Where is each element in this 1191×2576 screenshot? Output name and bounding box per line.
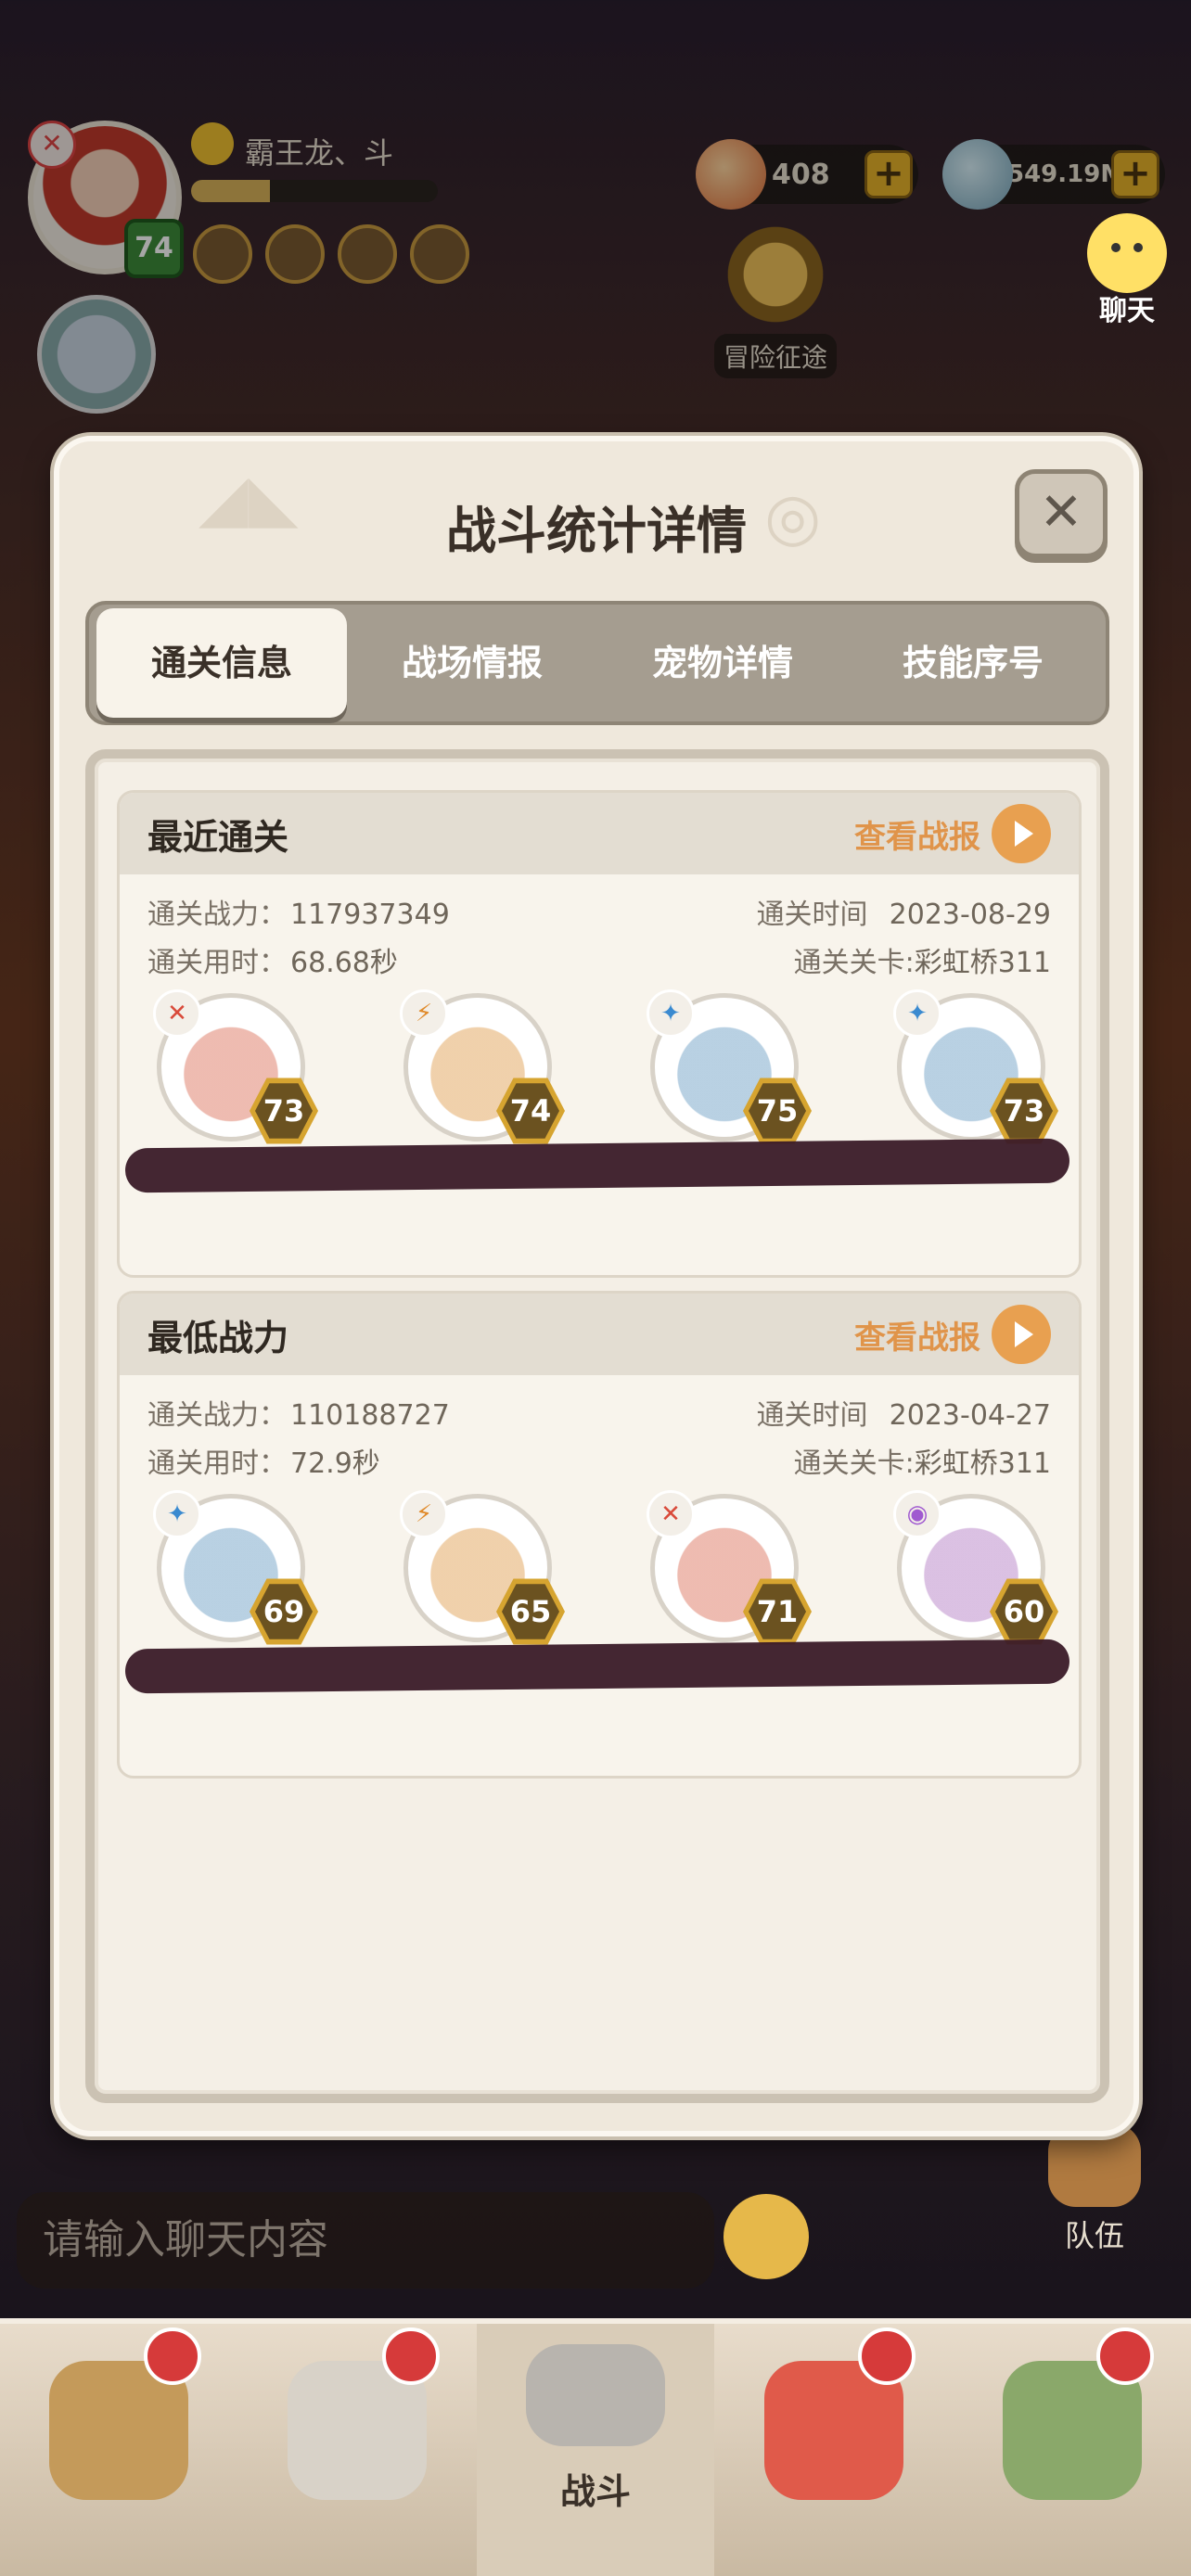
- tab-pet-details[interactable]: 宠物详情: [597, 608, 848, 718]
- stat-label: 通关用时：: [147, 1447, 287, 1480]
- stat-label: 通关战力：: [147, 899, 287, 931]
- element-water-icon: ✦: [893, 989, 941, 1038]
- view-report-label: 查看战报: [854, 818, 980, 856]
- clear-date: 通关时间 2023-04-27: [757, 1392, 1051, 1433]
- bottom-nav: 战斗: [0, 2318, 1191, 2576]
- pet-portrait[interactable]: ◉ 60: [893, 1490, 1058, 1646]
- recent-clear-card: 最近通关 查看战报 通关战力： 117937349 通关用时： 68.68秒 通关时…: [117, 790, 1082, 1278]
- clear-time-used: 通关用时： 68.68秒: [147, 939, 398, 980]
- redacted-names: [124, 1138, 1070, 1193]
- notification-bell-icon: [858, 2327, 916, 2385]
- tab-clear-info[interactable]: 通关信息: [96, 608, 347, 718]
- stat-value: 2023-08-29: [889, 899, 1051, 931]
- pet-portrait[interactable]: ✕ 73: [153, 989, 318, 1145]
- chat-button[interactable]: 聊天: [1076, 213, 1178, 328]
- lowest-power-card: 最低战力 查看战报 通关战力： 110188727 通关用时： 72.9秒 通关时间…: [117, 1291, 1082, 1779]
- stat-label: 通关时间: [756, 1399, 868, 1432]
- element-water-icon: ✦: [647, 989, 695, 1038]
- clear-date: 通关时间 2023-08-29: [757, 891, 1051, 932]
- nav-item-pets[interactable]: [714, 2324, 953, 2576]
- stat-label: 通关用时：: [147, 947, 287, 979]
- stat-value: 117937349: [290, 899, 450, 931]
- notification-bell-icon: [1095, 2327, 1154, 2385]
- pet-portrait[interactable]: ✕ 71: [647, 1490, 812, 1646]
- stat-label: 通关关卡:: [793, 1447, 915, 1480]
- stat-value: 110188727: [290, 1399, 450, 1432]
- notification-bell-icon: [143, 2327, 201, 2385]
- tab-battlefield-intel[interactable]: 战场情报: [347, 608, 597, 718]
- stat-value: 彩虹桥311: [914, 947, 1051, 979]
- pet-level: 73: [995, 1083, 1053, 1139]
- stat-value: 68.68秒: [290, 947, 398, 979]
- play-icon: [992, 1305, 1051, 1364]
- nav-item-character[interactable]: [238, 2324, 477, 2576]
- nav-item-hero[interactable]: [0, 2324, 238, 2576]
- team-button[interactable]: 队伍: [1039, 2123, 1150, 2255]
- pet-level: 73: [255, 1083, 313, 1139]
- tab-bar: 通关信息 战场情报 宠物详情 技能序号: [85, 601, 1109, 725]
- pet-level: 75: [749, 1083, 806, 1139]
- stat-label: 通关时间: [756, 899, 868, 931]
- team-label: 队伍: [1064, 2218, 1124, 2253]
- card-title: 最近通关: [147, 816, 289, 858]
- pet-team: ✦ 73 ✦ 75 ⚡ 74 ✕ 73: [120, 986, 1079, 1193]
- nav-item-guild[interactable]: [953, 2324, 1191, 2576]
- stat-value: 2023-04-27: [889, 1399, 1051, 1432]
- stat-label: 通关关卡:: [793, 947, 915, 979]
- pet-portrait[interactable]: ⚡ 74: [400, 989, 565, 1145]
- nav-item-battle[interactable]: 战斗: [476, 2324, 715, 2576]
- clear-stage: 通关关卡:彩虹桥311: [794, 1440, 1051, 1481]
- card-header: 最近通关 查看战报: [120, 793, 1079, 874]
- clear-stats: 通关战力： 110188727 通关用时： 72.9秒 通关时间 2023-04-2…: [120, 1375, 1079, 1486]
- pet-level: 74: [502, 1083, 559, 1139]
- element-thunder-icon: ⚡: [400, 989, 448, 1038]
- redacted-names: [124, 1639, 1070, 1694]
- clear-power: 通关战力： 117937349: [147, 891, 450, 932]
- pet-level: 60: [995, 1584, 1053, 1639]
- stat-value: 彩虹桥311: [914, 1447, 1051, 1480]
- pet-portrait[interactable]: ✦ 75: [647, 989, 812, 1145]
- chat-input[interactable]: 请输入聊天内容: [17, 2192, 714, 2289]
- pet-portrait[interactable]: ✦ 69: [153, 1490, 318, 1646]
- view-report-button[interactable]: 查看战报: [854, 804, 1051, 863]
- notification-bell-icon: [381, 2327, 440, 2385]
- emoji-button[interactable]: [724, 2194, 809, 2279]
- chat-label: 聊天: [1099, 295, 1155, 327]
- pet-level: 65: [502, 1584, 559, 1639]
- element-psychic-icon: ◉: [893, 1490, 941, 1538]
- view-report-label: 查看战报: [854, 1319, 980, 1357]
- tab-content: 最近通关 查看战报 通关战力： 117937349 通关用时： 68.68秒 通关时…: [85, 749, 1109, 2103]
- clear-stage: 通关关卡:彩虹桥311: [794, 939, 1051, 980]
- play-icon: [992, 804, 1051, 863]
- tab-skill-order[interactable]: 技能序号: [848, 608, 1098, 718]
- card-title: 最低战力: [147, 1317, 289, 1358]
- pet-level: 69: [255, 1584, 313, 1639]
- modal-title: 战斗统计详情: [446, 502, 747, 560]
- close-button[interactable]: ✕: [1015, 469, 1108, 558]
- card-header: 最低战力 查看战报: [120, 1294, 1079, 1375]
- pet-portrait[interactable]: ⚡ 65: [400, 1490, 565, 1646]
- clear-stats: 通关战力： 117937349 通关用时： 68.68秒 通关时间 2023-08-…: [120, 874, 1079, 986]
- chat-emoji-icon: [1087, 213, 1167, 293]
- battle-label: 战斗: [559, 2471, 631, 2512]
- element-fire-icon: ✕: [647, 1490, 695, 1538]
- battle-stats-modal: ◢◣ ◎ 战斗统计详情 ✕ 通关信息 战场情报 宠物详情 技能序号 最近通关 查…: [54, 436, 1139, 2136]
- stat-value: 72.9秒: [290, 1447, 380, 1480]
- pet-portrait[interactable]: ✦ 73: [893, 989, 1058, 1145]
- clear-power: 通关战力： 110188727: [147, 1392, 450, 1433]
- pet-level: 71: [749, 1584, 806, 1639]
- sword-icon: [525, 2344, 665, 2446]
- pet-team: ◉ 60 ✕ 71 ⚡ 65 ✦ 69: [120, 1486, 1079, 1694]
- stat-label: 通关战力：: [147, 1399, 287, 1432]
- element-thunder-icon: ⚡: [400, 1490, 448, 1538]
- element-fire-icon: ✕: [153, 989, 201, 1038]
- view-report-button[interactable]: 查看战报: [854, 1305, 1051, 1364]
- element-water-icon: ✦: [153, 1490, 201, 1538]
- clear-time-used: 通关用时： 72.9秒: [147, 1440, 380, 1481]
